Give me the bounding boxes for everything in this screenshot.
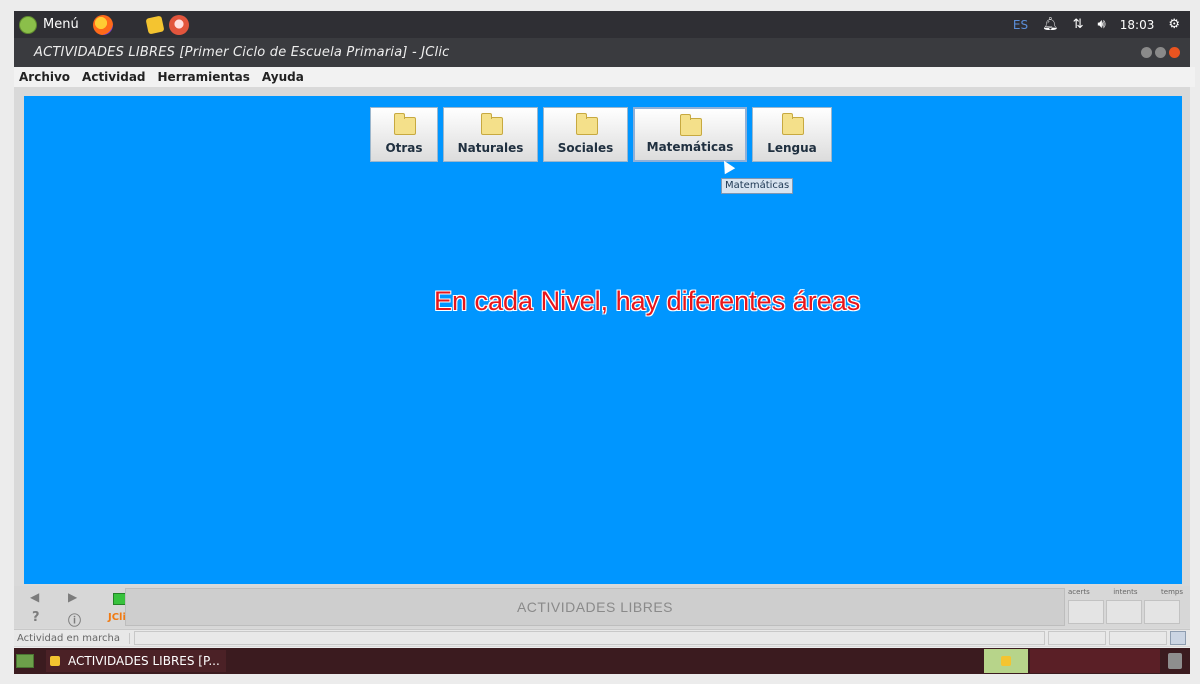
show-desktop-icon[interactable] [16,654,34,668]
settings-icon[interactable]: ⚙ [1168,17,1180,32]
bell-icon[interactable]: 🔔︎ [1042,17,1059,32]
tab-label: Naturales [457,141,524,155]
menu-button[interactable]: Menú [14,15,79,34]
window-controls [1141,47,1190,58]
forward-arrow-icon[interactable]: ▶ [68,590,77,604]
folder-icon [782,113,804,135]
workspace-2[interactable] [1030,649,1160,673]
task-label: ACTIVIDADES LIBRES [P... [68,654,220,668]
folder-icon [575,113,598,135]
taskbar-item-jclic[interactable]: ACTIVIDADES LIBRES [P... [46,650,226,672]
back-arrow-icon[interactable]: ◀ [30,590,39,604]
volume-icon[interactable]: 🔊︎ [1098,17,1106,32]
system-tray: ES 🔔︎ ⇅ 🔊︎ 18:03 ⚙ [1013,17,1190,32]
menu-actividad[interactable]: Actividad [82,70,145,84]
folder-icon[interactable] [145,15,165,34]
counter-acerts [1068,600,1104,624]
language-indicator[interactable]: ES [1013,18,1028,32]
sound-icon[interactable] [1170,631,1186,645]
media-icon[interactable] [168,14,189,35]
counter-intents [1106,600,1142,624]
maximize-button[interactable] [1155,47,1166,58]
folder-icon [680,114,702,136]
tab-label: Lengua [767,141,817,155]
area-tabs: Otras Naturales Sociales Matemáticas Len… [24,96,1182,176]
tab-otras[interactable]: Otras [370,107,438,162]
folder-icon [394,113,416,135]
counter-temps [1144,600,1180,624]
menu-archivo[interactable]: Archivo [19,70,70,84]
counter-label-intents: intents [1113,588,1138,596]
tooltip: Matemáticas [721,178,794,194]
window-titlebar[interactable]: ACTIVIDADES LIBRES [Primer Ciclo de Escu… [14,38,1190,67]
top-panel: Menú ES 🔔︎ ⇅ 🔊︎ 18:03 ⚙ [14,11,1190,38]
menu-bar: Archivo Actividad Herramientas Ayuda [14,67,1195,87]
tab-label: Otras [385,141,423,155]
tab-sociales[interactable]: Sociales [543,107,628,162]
tab-label: Matemáticas [646,140,734,154]
jclic-app-icon [50,656,60,666]
folder-icon [480,113,503,135]
counter-label-temps: temps [1161,588,1183,596]
clock[interactable]: 18:03 [1120,18,1155,32]
activity-canvas: Otras Naturales Sociales Matemáticas Len… [24,96,1182,584]
nav-icons: ◀ ▶ ? ⓘ JClic [28,590,132,629]
status-box [1109,631,1167,645]
jclic-app-icon [1001,656,1011,666]
menu-herramientas[interactable]: Herramientas [158,70,250,84]
tab-matematicas[interactable]: Matemáticas [633,107,747,162]
workspace-1[interactable] [984,649,1028,673]
firefox-icon[interactable] [92,14,113,35]
status-line: Actividad en marcha [14,629,1190,646]
overlay-caption: En cada Nivel, hay diferentes áreas [434,286,861,316]
menu-ayuda[interactable]: Ayuda [262,70,304,84]
status-box [1048,631,1106,645]
network-icon[interactable]: ⇅ [1073,17,1084,32]
minimize-button[interactable] [1141,47,1152,58]
trash-icon[interactable] [1168,653,1182,669]
close-button[interactable] [1169,47,1180,58]
tab-naturales[interactable]: Naturales [443,107,538,162]
counter-label-acerts: acerts [1068,588,1090,596]
status-text: Actividad en marcha [14,632,130,644]
activity-title-panel: ACTIVIDADES LIBRES [125,588,1065,626]
score-counters: acerts intents temps [1068,588,1183,626]
info-icon[interactable]: ⓘ [68,610,81,629]
menu-label: Menú [43,17,79,32]
tab-label: Sociales [557,141,614,155]
help-icon[interactable]: ? [32,610,40,625]
taskbar: ACTIVIDADES LIBRES [P... [14,648,1190,674]
window-title: ACTIVIDADES LIBRES [Primer Ciclo de Escu… [34,45,450,60]
menu-icon [19,15,37,34]
status-progress [134,631,1045,645]
tab-lengua[interactable]: Lengua [752,107,832,162]
